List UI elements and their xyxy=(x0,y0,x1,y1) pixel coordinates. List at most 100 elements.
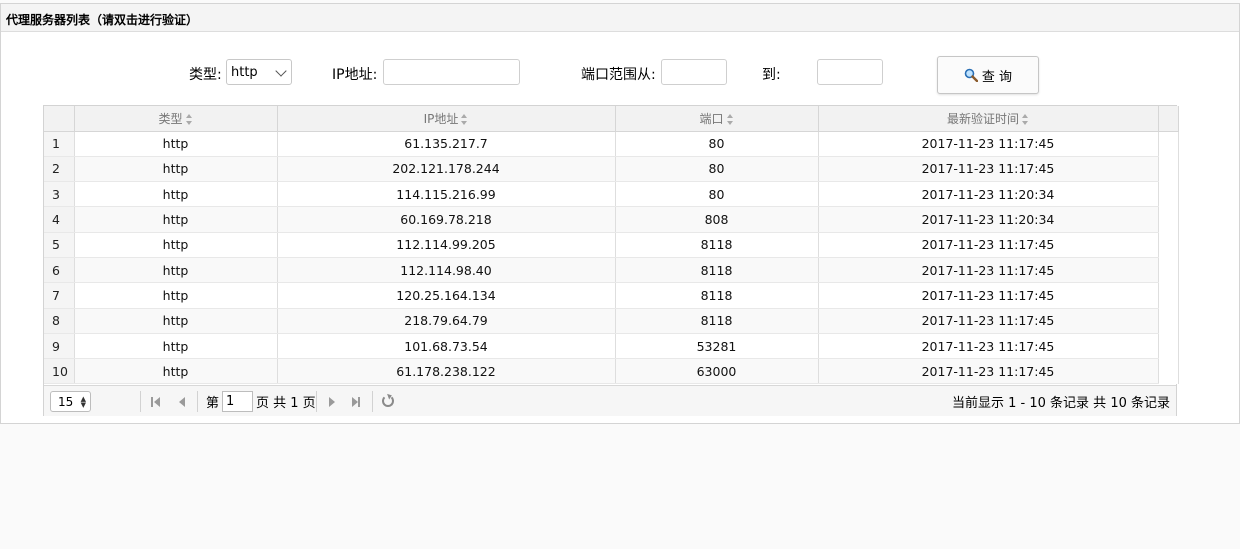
cell-type: http xyxy=(74,232,278,258)
table-row[interactable]: 8 http 218.79.64.79 8118 2017-11-23 11:17:45 xyxy=(44,308,1179,334)
cell-port: 808 xyxy=(615,206,819,233)
page-prefix: 第 xyxy=(206,396,220,411)
search-form: 类型: http IP地址: 端口范围从: 到: 查 询 xyxy=(1,52,1240,94)
pager-divider xyxy=(372,391,373,412)
column-header-ip[interactable]: IP地址 xyxy=(277,106,616,132)
header-pad xyxy=(1158,106,1179,132)
cell-time: 2017-11-23 11:20:34 xyxy=(818,206,1159,233)
type-select-value: http xyxy=(231,65,258,80)
port-from-input[interactable] xyxy=(661,59,727,85)
query-button[interactable]: 查 询 xyxy=(937,56,1039,94)
table-row[interactable]: 10 http 61.178.238.122 63000 2017-11-23 11:1… xyxy=(44,358,1179,385)
port-to-input[interactable] xyxy=(817,59,883,85)
sort-icon xyxy=(461,113,468,125)
chevron-down-icon xyxy=(275,65,287,77)
cell-time: 2017-11-23 11:20:34 xyxy=(818,181,1159,208)
refresh-icon[interactable] xyxy=(382,395,394,407)
cell-time: 2017-11-23 11:17:45 xyxy=(818,156,1159,183)
cell-time: 2017-11-23 11:17:45 xyxy=(818,333,1159,360)
last-page-icon[interactable] xyxy=(350,396,362,408)
cell-ip: 61.178.238.122 xyxy=(277,358,616,385)
pagination-bar: 15 ▲▼ 第 页 共 1 页 xyxy=(44,385,1176,416)
ip-input[interactable] xyxy=(383,59,520,85)
proxy-list-panel: 代理服务器列表（请双击进行验证） 类型: http IP地址: 端口范围从: 到… xyxy=(0,3,1240,424)
cell-type: http xyxy=(74,156,278,183)
row-number: 4 xyxy=(44,206,75,233)
cell-type: http xyxy=(74,181,278,208)
cell-ip: 61.135.217.7 xyxy=(277,131,616,157)
cell-time: 2017-11-23 11:17:45 xyxy=(818,257,1159,284)
column-header-time[interactable]: 最新验证时间 xyxy=(818,106,1159,132)
sort-icon xyxy=(185,113,193,125)
page-indicator: 第 页 共 1 页 xyxy=(206,386,316,417)
table-row[interactable]: 6 http 112.114.98.40 8118 2017-11-23 11:17:4… xyxy=(44,257,1179,284)
cell-ip: 60.169.78.218 xyxy=(277,206,616,233)
row-number: 5 xyxy=(44,232,75,258)
table-row[interactable]: 9 http 101.68.73.54 53281 2017-11-23 11:17:4… xyxy=(44,333,1179,360)
port-to-label: 到: xyxy=(762,67,781,83)
cell-ip: 120.25.164.134 xyxy=(277,282,616,309)
port-from-label: 端口范围从: xyxy=(581,67,656,83)
row-number: 9 xyxy=(44,333,75,360)
magnifier-icon xyxy=(964,68,978,82)
cell-ip: 112.114.98.40 xyxy=(277,257,616,284)
row-number: 7 xyxy=(44,282,75,309)
table-row[interactable]: 7 http 120.25.164.134 8118 2017-11-23 11:17:… xyxy=(44,282,1179,309)
cell-type: http xyxy=(74,206,278,233)
cell-port: 80 xyxy=(615,156,819,183)
cell-port: 63000 xyxy=(615,358,819,385)
page-size-value: 15 xyxy=(58,395,74,409)
type-label: 类型: xyxy=(189,67,222,83)
row-number: 6 xyxy=(44,257,75,284)
table-row[interactable]: 2 http 202.121.178.244 80 2017-11-23 11:17:4… xyxy=(44,156,1179,183)
column-header-port[interactable]: 端口 xyxy=(615,106,819,132)
row-number: 1 xyxy=(44,131,75,157)
cell-port: 8118 xyxy=(615,308,819,334)
proxy-table: 类型 IP地址 端口 最新验证时间 1 http 61.135.217.7 80 201… xyxy=(44,106,1179,385)
rownum-header xyxy=(44,106,75,132)
row-number: 3 xyxy=(44,181,75,208)
prev-page-icon[interactable] xyxy=(176,396,188,408)
cell-type: http xyxy=(74,358,278,385)
ip-label: IP地址: xyxy=(332,67,378,83)
cell-type: http xyxy=(74,308,278,334)
row-number: 2 xyxy=(44,156,75,183)
proxy-grid: 类型 IP地址 端口 最新验证时间 1 http 61.135.217.7 80 201… xyxy=(43,105,1179,416)
pager-divider xyxy=(197,391,198,412)
cell-type: http xyxy=(74,333,278,360)
record-summary: 当前显示 1 - 10 条记录 共 10 条记录 xyxy=(952,396,1170,411)
spinner-icon: ▲ ▼ xyxy=(80,395,86,409)
cell-port: 8118 xyxy=(615,232,819,258)
cell-ip: 101.68.73.54 xyxy=(277,333,616,360)
page-number-input[interactable] xyxy=(222,391,254,412)
cell-time: 2017-11-23 11:17:45 xyxy=(818,282,1159,309)
sort-icon xyxy=(726,113,734,125)
row-number: 10 xyxy=(44,358,75,385)
page-size-select[interactable]: 15 ▲ ▼ xyxy=(50,391,91,412)
column-header-type[interactable]: 类型 xyxy=(74,106,278,132)
cell-time: 2017-11-23 11:17:45 xyxy=(818,232,1159,258)
cell-port: 53281 xyxy=(615,333,819,360)
table-row[interactable]: 3 http 114.115.216.99 80 2017-11-23 11:20:34 xyxy=(44,181,1179,208)
table-row[interactable]: 4 http 60.169.78.218 808 2017-11-23 11:20:34 xyxy=(44,206,1179,233)
table-header-row: 类型 IP地址 端口 最新验证时间 xyxy=(44,106,1179,132)
panel-title: 代理服务器列表（请双击进行验证） xyxy=(1,4,1239,32)
page-suffix: 页 共 1 页 xyxy=(256,396,316,411)
pager-divider xyxy=(140,391,141,412)
cell-time: 2017-11-23 11:17:45 xyxy=(818,308,1159,334)
cell-port: 80 xyxy=(615,181,819,208)
first-page-icon[interactable] xyxy=(150,396,162,408)
type-select[interactable]: http xyxy=(226,59,292,85)
cell-ip: 202.121.178.244 xyxy=(277,156,616,183)
sort-icon xyxy=(1022,113,1029,125)
query-button-label: 查 询 xyxy=(981,69,1013,85)
cell-ip: 112.114.99.205 xyxy=(277,232,616,258)
table-row[interactable]: 5 http 112.114.99.205 8118 2017-11-23 11:17:… xyxy=(44,232,1179,258)
cell-port: 8118 xyxy=(615,282,819,309)
pager-divider xyxy=(316,391,317,412)
table-row[interactable]: 1 http 61.135.217.7 80 2017-11-23 11:17:45 xyxy=(44,131,1179,157)
next-page-icon[interactable] xyxy=(326,396,338,408)
cell-ip: 218.79.64.79 xyxy=(277,308,616,334)
cell-type: http xyxy=(74,282,278,309)
cell-time: 2017-11-23 11:17:45 xyxy=(818,358,1159,385)
